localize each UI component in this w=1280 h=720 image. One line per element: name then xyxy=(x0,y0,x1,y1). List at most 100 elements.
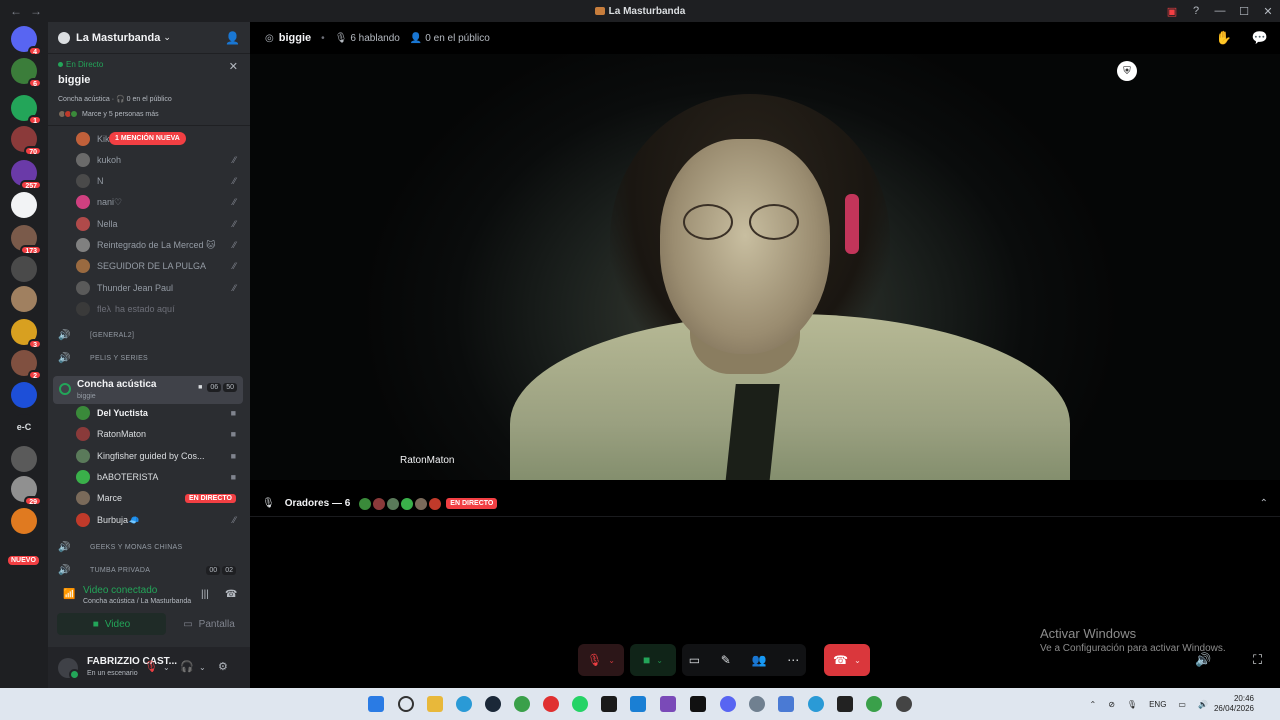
whatsapp-icon[interactable] xyxy=(572,696,588,712)
chevron-down-icon[interactable]: ⌄ xyxy=(199,663,206,672)
raise-hand-icon[interactable]: ✋ xyxy=(1216,30,1232,46)
move-to-audience-icon[interactable]: ✎ xyxy=(721,653,731,667)
voice-status[interactable]: Video conectado xyxy=(83,585,157,596)
search-icon[interactable] xyxy=(398,696,414,712)
language-indicator[interactable]: ENG xyxy=(1149,700,1166,709)
file-explorer-icon[interactable] xyxy=(427,696,443,712)
app-icon[interactable] xyxy=(601,696,617,712)
minimize-button[interactable]: — xyxy=(1208,5,1232,17)
stage-member[interactable]: bABOTERISTA ■ xyxy=(76,468,242,486)
avatar[interactable] xyxy=(428,496,443,511)
invite-icon[interactable]: 👥 xyxy=(752,653,767,667)
video-tile[interactable]: ⛨ RatonMaton xyxy=(250,54,1280,480)
avatar[interactable] xyxy=(400,496,415,511)
fullscreen-icon[interactable]: ⛶ xyxy=(1253,652,1262,668)
more-icon[interactable]: ⋯ xyxy=(787,653,799,667)
server-icon-5[interactable]: 257 xyxy=(11,160,42,190)
mute-button[interactable]: 🎙 ⌄ xyxy=(578,644,624,676)
steam-icon[interactable] xyxy=(485,696,501,712)
server-icon-14[interactable] xyxy=(11,446,37,472)
avatar[interactable] xyxy=(414,496,429,511)
server-icon-11[interactable]: 2 xyxy=(11,350,42,380)
voice-member[interactable]: N ⁄⁄ xyxy=(76,172,242,190)
visual-studio-icon[interactable] xyxy=(660,696,676,712)
voice-member[interactable]: nani♡ ⁄⁄ xyxy=(76,193,242,211)
server-icon-15[interactable]: 29 xyxy=(11,476,42,506)
camera-button[interactable]: ■ ⌄ xyxy=(630,644,676,676)
stage-member[interactable]: RatonMaton ■ xyxy=(76,425,242,443)
help-icon[interactable]: ? xyxy=(1184,5,1208,17)
server-icon-10[interactable]: 3 xyxy=(11,319,42,349)
noise-suppression-icon[interactable]: ||| xyxy=(201,589,209,600)
server-icon-4[interactable]: 70 xyxy=(11,126,42,156)
stage-member[interactable]: Burbuja🧢 ⁄⁄ xyxy=(76,511,242,529)
chevron-down-icon[interactable]: ⌄ xyxy=(163,663,170,672)
messenger-icon[interactable] xyxy=(808,696,824,712)
server-icon-1[interactable]: 4 xyxy=(11,26,42,56)
server-icon-8[interactable] xyxy=(11,256,37,282)
server-icon-9[interactable] xyxy=(11,286,37,312)
close-button[interactable]: ✕ xyxy=(1256,5,1280,18)
voice-member[interactable]: Reintegrado de La Merced 🐱 ⁄⁄ xyxy=(76,236,242,254)
stage-member[interactable]: Del Yuctista ■ xyxy=(76,404,242,422)
voice-channel[interactable]: 🔊 PELIS Y SERIES xyxy=(58,349,242,367)
chevron-down-icon[interactable]: ⌄ xyxy=(608,656,615,665)
chrome-icon[interactable] xyxy=(866,696,882,712)
voice-location[interactable]: Concha acústica / La Masturbanda xyxy=(83,598,191,605)
edge-icon[interactable] xyxy=(456,696,472,712)
stage-member[interactable]: Kingfisher guided by Cos... ■ xyxy=(76,447,242,465)
chevron-up-icon[interactable]: ⌃ xyxy=(1260,498,1268,509)
network-icon[interactable]: ⊘ xyxy=(1108,700,1115,709)
voice-member[interactable]: kukoh ⁄⁄ xyxy=(76,151,242,169)
voice-member[interactable]: Thunder Jean Paul ⁄⁄ xyxy=(76,279,242,297)
server-icon-16[interactable] xyxy=(11,508,37,534)
back-arrow-icon[interactable]: ← xyxy=(10,4,30,18)
leave-button[interactable]: ☎ ⌄ xyxy=(824,644,870,676)
maximize-button[interactable]: ☐ xyxy=(1232,5,1256,18)
signal-icon[interactable]: 📶 xyxy=(63,589,75,600)
volume-icon[interactable]: 🔊 xyxy=(1198,700,1208,709)
stage-card[interactable]: En Directo ✕ biggie Concha acústica · 🎧 … xyxy=(48,54,250,126)
disconnect-icon[interactable]: ☎ xyxy=(225,589,237,600)
server-icon-13[interactable]: e-C xyxy=(11,414,37,440)
mic-muted-icon[interactable]: 🎙 xyxy=(144,660,158,673)
opera-icon[interactable] xyxy=(543,696,559,712)
avatar[interactable] xyxy=(386,496,401,511)
server-icon-12[interactable] xyxy=(11,382,37,408)
discord-icon[interactable] xyxy=(720,696,736,712)
forward-arrow-icon[interactable]: → xyxy=(30,4,50,18)
speakers-bar[interactable]: 🎙 Oradores — 6 EN DIRECTO ⌃ xyxy=(250,491,1280,517)
chat-icon[interactable]: 💬 xyxy=(1252,30,1268,46)
screen-share-button[interactable]: ▭ Pantalla xyxy=(173,613,245,635)
voice-channel[interactable]: 🔊 TUMBA PRIVADA 00 02 xyxy=(58,561,242,579)
shield-icon[interactable]: ⛨ xyxy=(1117,61,1137,81)
chrome-icon[interactable] xyxy=(514,696,530,712)
voice-channel[interactable]: 🔊 GEEKS Y MONAS CHINAS xyxy=(58,538,242,556)
terminal-icon[interactable] xyxy=(837,696,853,712)
server-icon-3[interactable]: 1 xyxy=(11,95,42,125)
vscode-icon[interactable] xyxy=(630,696,646,712)
server-icon-2[interactable]: 6 xyxy=(11,58,42,88)
voice-channel[interactable]: 🔊 [GENERAL2] xyxy=(58,326,242,344)
gear-icon[interactable]: ⚙ xyxy=(218,660,228,673)
guild-header[interactable]: La Masturbanda ⌄ 👤 xyxy=(48,22,250,54)
headphones-icon[interactable]: 🎧 xyxy=(180,660,194,673)
stage-member[interactable]: Marce EN DIRECTO xyxy=(76,489,242,507)
close-icon[interactable]: ✕ xyxy=(229,60,238,73)
server-icon-7[interactable]: 173 xyxy=(11,225,42,255)
voice-member[interactable]: SEGUIDOR DE LA PULGA ⁄⁄ xyxy=(76,257,242,275)
chevron-down-icon[interactable]: ⌄ xyxy=(854,656,861,665)
settings-icon[interactable] xyxy=(749,696,765,712)
server-icon-6[interactable] xyxy=(11,192,37,218)
invite-people-icon[interactable]: 👤 xyxy=(225,31,240,45)
windows-start-icon[interactable] xyxy=(368,696,384,712)
voice-member[interactable]: fleλ ha estado aquí xyxy=(76,300,242,318)
volume-icon[interactable]: 🔊 xyxy=(1195,652,1211,668)
chevron-down-icon[interactable]: ⌄ xyxy=(656,656,663,665)
avatar[interactable] xyxy=(372,496,387,511)
inbox-icon[interactable]: ▣ xyxy=(1160,5,1184,18)
nav-arrows[interactable]: ←→ xyxy=(10,4,50,18)
mic-icon[interactable]: 🎙 xyxy=(1127,700,1137,709)
voice-member[interactable]: Kik xyxy=(76,130,242,148)
clock[interactable]: 20:46 26/04/2026 xyxy=(1214,694,1254,714)
